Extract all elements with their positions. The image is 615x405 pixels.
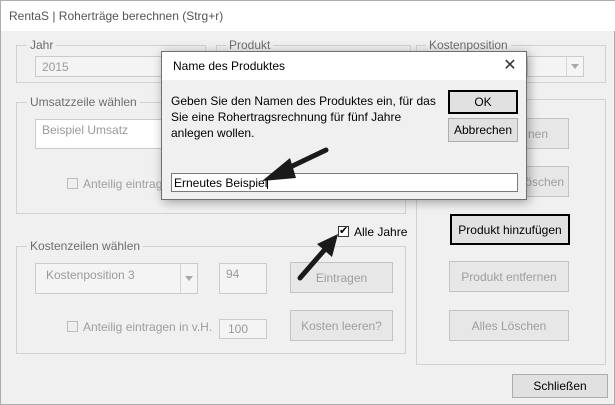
- kosten-anteilig-label: Anteilig eintragen in v.H.: [83, 320, 213, 334]
- chevron-down-icon[interactable]: [566, 57, 583, 76]
- text-caret: [267, 177, 269, 189]
- chevron-down-icon[interactable]: [180, 264, 197, 293]
- abbrechen-button[interactable]: Abbrechen: [448, 118, 518, 142]
- produkt-entfernen-button[interactable]: Produkt entfernen: [449, 261, 569, 292]
- dialog-title: Name des Produktes: [173, 59, 286, 73]
- kostenposition-select-value: Kostenposition 3: [46, 268, 135, 282]
- eintragen-button[interactable]: Eintragen: [290, 262, 393, 293]
- window-title: RentaS | Roherträge berechnen (Strg+r): [9, 9, 224, 23]
- kosten-anteilig-checkbox[interactable]: [67, 321, 78, 332]
- umsatzzeile-legend: Umsatzzeile wählen: [27, 95, 140, 109]
- product-name-dialog: Name des Produktes ✕ Geben Sie den Namen…: [161, 51, 527, 200]
- ok-button[interactable]: OK: [448, 90, 518, 114]
- kostenzeilen-legend: Kostenzeilen wählen: [27, 239, 144, 253]
- dialog-prompt: Geben Sie den Namen des Produktes ein, f…: [171, 94, 436, 140]
- product-name-input-value: Erneutes Beispiel: [174, 176, 268, 190]
- produkt-hinzufuegen-button[interactable]: Produkt hinzufügen: [450, 214, 570, 245]
- kostenposition-dropdown[interactable]: [527, 56, 584, 77]
- jahr-legend: Jahr: [27, 38, 57, 52]
- product-name-input[interactable]: Erneutes Beispiel: [171, 173, 518, 192]
- kostenposition-legend: Kostenposition: [426, 38, 511, 52]
- kosten-amount-field[interactable]: 94: [219, 263, 267, 294]
- produkt-legend: Produkt: [226, 38, 274, 52]
- alle-jahre-label: Alle Jahre: [354, 225, 408, 239]
- umsatz-field[interactable]: Beispiel Umsatz: [35, 119, 170, 149]
- kosten-leeren-button[interactable]: Kosten leeren?: [290, 310, 393, 341]
- main-titlebar[interactable]: RentaS | Roherträge berechnen (Strg+r): [1, 1, 615, 31]
- umsatz-anteilig-checkbox[interactable]: [67, 178, 78, 189]
- alles-loeschen-button[interactable]: Alles Löschen: [449, 310, 569, 341]
- kosten-percent-field[interactable]: 100: [219, 319, 267, 339]
- schliessen-button[interactable]: Schließen: [512, 374, 608, 398]
- dialog-titlebar[interactable]: Name des Produktes ✕: [162, 52, 526, 80]
- kostenposition-select[interactable]: Kostenposition 3: [35, 263, 198, 294]
- alle-jahre-checkbox[interactable]: [338, 224, 349, 237]
- close-icon[interactable]: ✕: [498, 54, 522, 76]
